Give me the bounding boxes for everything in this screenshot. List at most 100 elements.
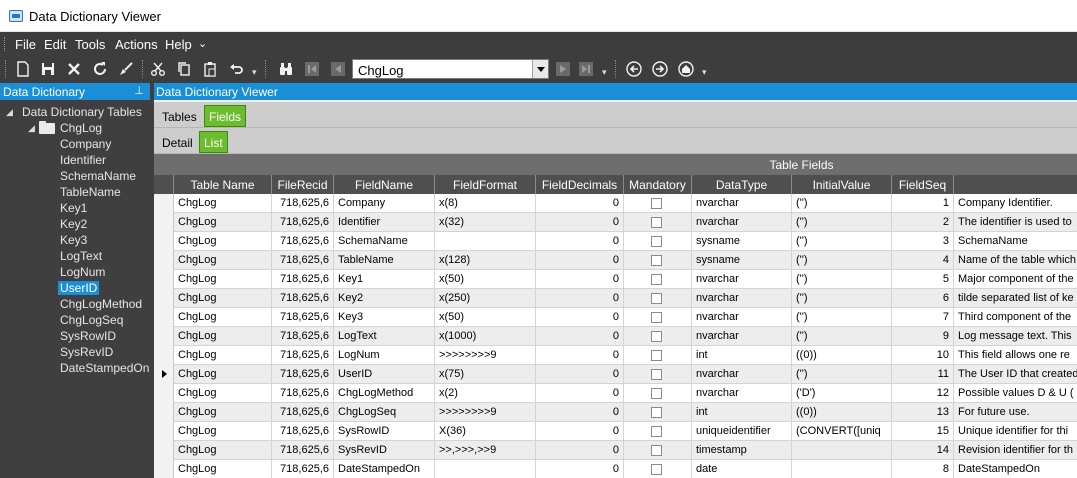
cell-decimals[interactable]: 0	[536, 289, 624, 308]
column-header-datatype[interactable]: DataType	[692, 175, 792, 194]
cell-seq[interactable]: 12	[892, 384, 954, 403]
cell-desc[interactable]: Possible values D & U (	[954, 384, 1077, 403]
row-selector[interactable]	[154, 194, 174, 213]
next-record-icon[interactable]	[553, 59, 573, 79]
cell-datatype[interactable]: nvarchar	[692, 270, 792, 289]
cell-recid[interactable]: 718,625,6	[272, 194, 334, 213]
cell-initial[interactable]: ('')	[792, 232, 892, 251]
cell-datatype[interactable]: nvarchar	[692, 289, 792, 308]
cell-recid[interactable]: 718,625,6	[272, 289, 334, 308]
cell-recid[interactable]: 718,625,6	[272, 422, 334, 441]
tab-list[interactable]: List	[199, 131, 228, 153]
cell-seq[interactable]: 7	[892, 308, 954, 327]
chevron-down-icon[interactable]	[532, 60, 548, 78]
cell-decimals[interactable]: 0	[536, 384, 624, 403]
table-row[interactable]: ChgLog 718,625,6 Key1 x(50) 0 nvarchar ('') 5 Ma…	[154, 270, 1077, 289]
cell-decimals[interactable]: 0	[536, 441, 624, 460]
cell-mandatory[interactable]	[624, 403, 692, 422]
cell-format[interactable]: x(8)	[435, 194, 536, 213]
cell-mandatory[interactable]	[624, 441, 692, 460]
cell-initial[interactable]	[792, 460, 892, 478]
cell-decimals[interactable]: 0	[536, 232, 624, 251]
cell-datatype[interactable]: sysname	[692, 251, 792, 270]
cell-mandatory[interactable]	[624, 213, 692, 232]
undo-icon[interactable]	[226, 59, 246, 79]
column-header-format[interactable]: FieldFormat	[435, 175, 536, 194]
cell-initial[interactable]: ((0))	[792, 403, 892, 422]
table-row[interactable]: ChgLog 718,625,6 Company x(8) 0 nvarchar ('') 1…	[154, 194, 1077, 213]
table-combo[interactable]: ChgLog	[352, 59, 549, 79]
cell-seq[interactable]: 13	[892, 403, 954, 422]
table-row[interactable]: ChgLog 718,625,6 ChgLogMethod x(2) 0 nvarchar…	[154, 384, 1077, 403]
cell-recid[interactable]: 718,625,6	[272, 365, 334, 384]
cell-seq[interactable]: 4	[892, 251, 954, 270]
cell-desc[interactable]: The User ID that created	[954, 365, 1077, 384]
cell-table[interactable]: ChgLog	[174, 289, 272, 308]
cut-icon[interactable]	[148, 59, 168, 79]
cell-field[interactable]: LogNum	[334, 346, 435, 365]
cell-field[interactable]: SchemaName	[334, 232, 435, 251]
cell-mandatory[interactable]	[624, 460, 692, 478]
row-selector[interactable]	[154, 441, 174, 460]
cell-seq[interactable]: 5	[892, 270, 954, 289]
row-selector[interactable]	[154, 365, 174, 384]
cell-mandatory[interactable]	[624, 270, 692, 289]
cell-format[interactable]: X(36)	[435, 422, 536, 441]
cell-table[interactable]: ChgLog	[174, 365, 272, 384]
mandatory-checkbox[interactable]	[651, 255, 662, 266]
cell-initial[interactable]: (CONVERT([uniq	[792, 422, 892, 441]
cell-table[interactable]: ChgLog	[174, 441, 272, 460]
cell-initial[interactable]: ('')	[792, 194, 892, 213]
mandatory-checkbox[interactable]	[651, 312, 662, 323]
table-row[interactable]: ChgLog 718,625,6 ChgLogSeq >>>>>>>>9 0 int ((0…	[154, 403, 1077, 422]
cell-decimals[interactable]: 0	[536, 270, 624, 289]
cell-seq[interactable]: 14	[892, 441, 954, 460]
cell-datatype[interactable]: nvarchar	[692, 327, 792, 346]
cell-mandatory[interactable]	[624, 327, 692, 346]
cell-decimals[interactable]: 0	[536, 213, 624, 232]
cell-mandatory[interactable]	[624, 194, 692, 213]
cell-datatype[interactable]: date	[692, 460, 792, 478]
cell-seq[interactable]: 2	[892, 213, 954, 232]
cell-seq[interactable]: 1	[892, 194, 954, 213]
table-row[interactable]: ChgLog 718,625,6 TableName x(128) 0 sysname ('…	[154, 251, 1077, 270]
previous-record-icon[interactable]	[328, 59, 348, 79]
cell-recid[interactable]: 718,625,6	[272, 441, 334, 460]
cell-initial[interactable]	[792, 441, 892, 460]
cell-desc[interactable]: Log message text. This	[954, 327, 1077, 346]
cell-desc[interactable]: For future use.	[954, 403, 1077, 422]
cell-format[interactable]: x(1000)	[435, 327, 536, 346]
cell-datatype[interactable]: uniqueidentifier	[692, 422, 792, 441]
cell-table[interactable]: ChgLog	[174, 194, 272, 213]
cell-table[interactable]: ChgLog	[174, 460, 272, 478]
cell-mandatory[interactable]	[624, 365, 692, 384]
cell-mandatory[interactable]	[624, 251, 692, 270]
tab-fields[interactable]: Fields	[204, 105, 247, 127]
nav-dropdown-icon[interactable]: ▾	[602, 67, 607, 78]
cell-initial[interactable]: ('')	[792, 213, 892, 232]
cell-recid[interactable]: 718,625,6	[272, 270, 334, 289]
cell-initial[interactable]: ('')	[792, 251, 892, 270]
cell-desc[interactable]: Revision identifier for th	[954, 441, 1077, 460]
cell-recid[interactable]: 718,625,6	[272, 346, 334, 365]
row-selector[interactable]	[154, 308, 174, 327]
cell-datatype[interactable]: nvarchar	[692, 308, 792, 327]
menu-edit[interactable]: Edit	[44, 37, 66, 52]
menu-actions[interactable]: Actions	[115, 37, 158, 52]
cell-desc[interactable]: Major component of the	[954, 270, 1077, 289]
column-header-seq[interactable]: FieldSeq	[892, 175, 954, 194]
cell-decimals[interactable]: 0	[536, 308, 624, 327]
cell-decimals[interactable]: 0	[536, 422, 624, 441]
save-icon[interactable]	[38, 59, 58, 79]
clear-icon[interactable]	[116, 59, 136, 79]
cell-datatype[interactable]: nvarchar	[692, 194, 792, 213]
mandatory-checkbox[interactable]	[651, 464, 662, 475]
cell-format[interactable]: x(250)	[435, 289, 536, 308]
cell-decimals[interactable]: 0	[536, 251, 624, 270]
cell-initial[interactable]: ('')	[792, 365, 892, 384]
cell-table[interactable]: ChgLog	[174, 232, 272, 251]
cell-decimals[interactable]: 0	[536, 460, 624, 478]
table-row[interactable]: ChgLog 718,625,6 UserID x(75) 0 nvarchar ('') 1…	[154, 365, 1077, 384]
row-selector[interactable]	[154, 346, 174, 365]
mandatory-checkbox[interactable]	[651, 236, 662, 247]
